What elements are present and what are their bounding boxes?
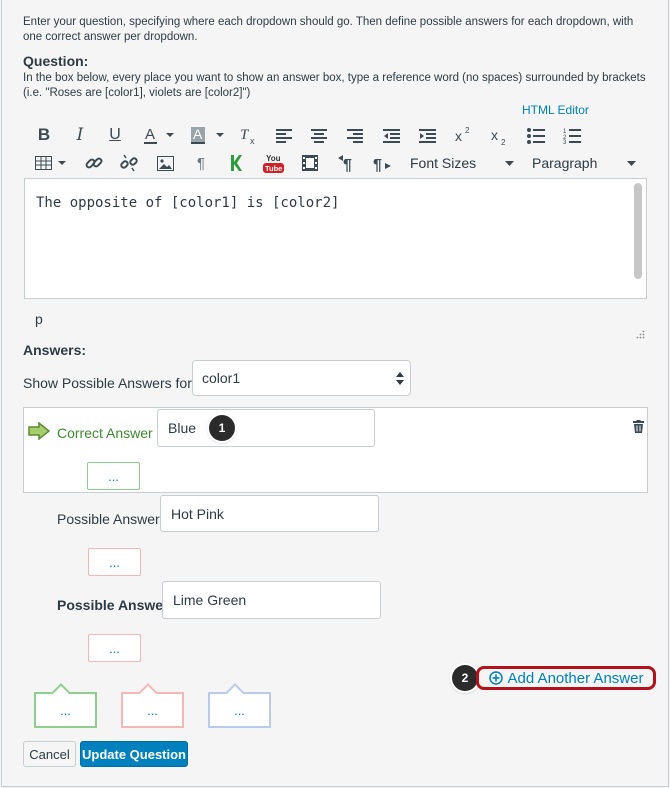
- svg-text:3: 3: [563, 140, 567, 144]
- correct-comment-button[interactable]: ...: [87, 462, 140, 490]
- svg-text:2: 2: [465, 126, 470, 135]
- svg-text:x: x: [455, 128, 462, 144]
- resize-handle-icon[interactable]: [636, 326, 645, 339]
- blank-select-value: color1: [202, 370, 241, 386]
- trash-icon[interactable]: [633, 420, 644, 433]
- svg-text:A: A: [193, 126, 203, 142]
- correct-answer-label: Correct Answer: [57, 425, 153, 441]
- editor-path: p: [35, 311, 43, 327]
- image-icon[interactable]: [157, 151, 174, 175]
- italic-icon[interactable]: I: [72, 123, 88, 147]
- chevron-down-icon: [627, 160, 636, 166]
- background-color-icon[interactable]: A: [191, 123, 226, 147]
- question-editor[interactable]: The opposite of [color1] is [color2]: [24, 178, 647, 299]
- bold-icon[interactable]: B: [36, 123, 52, 147]
- possible-2-comment-button[interactable]: ...: [88, 634, 141, 662]
- kaltura-k-icon[interactable]: [229, 151, 243, 175]
- ltr-direction-icon[interactable]: ¶: [338, 151, 356, 175]
- svg-text:¶: ¶: [343, 157, 352, 172]
- question-content: The opposite of [color1] is [color2]: [36, 195, 340, 211]
- blank-select[interactable]: color1: [192, 360, 411, 396]
- answers-title: Answers:: [23, 342, 87, 358]
- svg-text:Tube: Tube: [265, 164, 282, 173]
- possible-1-comment-button[interactable]: ...: [88, 548, 141, 576]
- font-sizes-label: Font Sizes: [410, 155, 477, 171]
- callout-2-badge: 2: [452, 665, 478, 691]
- svg-text:You: You: [266, 154, 281, 163]
- youtube-icon[interactable]: You Tube: [263, 151, 284, 175]
- show-answers-label: Show Possible Answers for: [23, 375, 192, 391]
- update-question-button[interactable]: Update Question: [80, 741, 188, 767]
- question-help: In the box below, every place you want t…: [23, 72, 646, 99]
- svg-text:2: 2: [501, 138, 506, 147]
- text-color-icon[interactable]: A: [144, 123, 176, 147]
- subscript-icon[interactable]: x2: [491, 125, 507, 149]
- svg-text:T: T: [240, 127, 250, 143]
- html-editor-link[interactable]: HTML Editor: [522, 103, 589, 117]
- possible-answer-label-2: Possible Answer: [57, 597, 169, 613]
- numbered-list-icon[interactable]: 123: [563, 124, 581, 148]
- paragraph-dropdown[interactable]: Paragraph: [532, 152, 636, 174]
- chevron-down-icon: [505, 160, 514, 166]
- bullet-list-icon[interactable]: [527, 124, 545, 148]
- editor-scrollbar[interactable]: [634, 183, 642, 279]
- neutral-comments-button[interactable]: ...: [208, 692, 271, 728]
- align-center-icon[interactable]: [311, 124, 327, 148]
- table-icon[interactable]: [35, 151, 67, 175]
- paragraph-mark-icon[interactable]: ¶: [194, 151, 208, 175]
- svg-text:x: x: [491, 127, 498, 143]
- align-right-icon[interactable]: [347, 124, 363, 148]
- incorrect-comments-button[interactable]: ...: [121, 692, 184, 728]
- intro-text: Enter your question, specifying where ea…: [23, 16, 634, 43]
- paragraph-label: Paragraph: [532, 155, 598, 171]
- rtl-direction-icon[interactable]: ¶: [373, 151, 391, 175]
- media-film-icon[interactable]: [302, 151, 318, 175]
- font-sizes-dropdown[interactable]: Font Sizes: [410, 152, 514, 174]
- indent-icon[interactable]: [419, 124, 436, 148]
- select-arrows-icon: [396, 371, 404, 385]
- link-icon[interactable]: [85, 151, 103, 175]
- correct-answer-panel: Correct Answer Blue ...: [23, 407, 648, 493]
- svg-text:A: A: [145, 126, 155, 143]
- add-another-answer-link[interactable]: Add Another Answer: [476, 666, 656, 690]
- question-title: Question:: [23, 53, 89, 69]
- callout-1-badge: 1: [209, 415, 235, 441]
- add-another-answer-label: Add Another Answer: [507, 669, 644, 687]
- cancel-button[interactable]: Cancel: [23, 741, 76, 767]
- unlink-icon[interactable]: [120, 151, 138, 175]
- outdent-icon[interactable]: [383, 124, 400, 148]
- possible-answer-input-2[interactable]: Lime Green: [162, 581, 381, 619]
- possible-answer-input-1[interactable]: Hot Pink: [160, 495, 379, 532]
- clear-formatting-icon[interactable]: Tx: [240, 123, 258, 147]
- align-left-icon[interactable]: [276, 124, 292, 148]
- underline-icon[interactable]: U: [107, 123, 123, 147]
- svg-text:¶: ¶: [373, 157, 382, 172]
- svg-text:x: x: [250, 136, 255, 145]
- correct-answer-input[interactable]: Blue: [157, 409, 375, 447]
- plus-circle-icon: [488, 671, 503, 685]
- possible-answer-label-1: Possible Answer: [57, 511, 160, 527]
- superscript-icon[interactable]: x2: [455, 123, 471, 147]
- correct-comments-button[interactable]: ...: [34, 692, 97, 728]
- correct-arrow-icon: [28, 422, 50, 440]
